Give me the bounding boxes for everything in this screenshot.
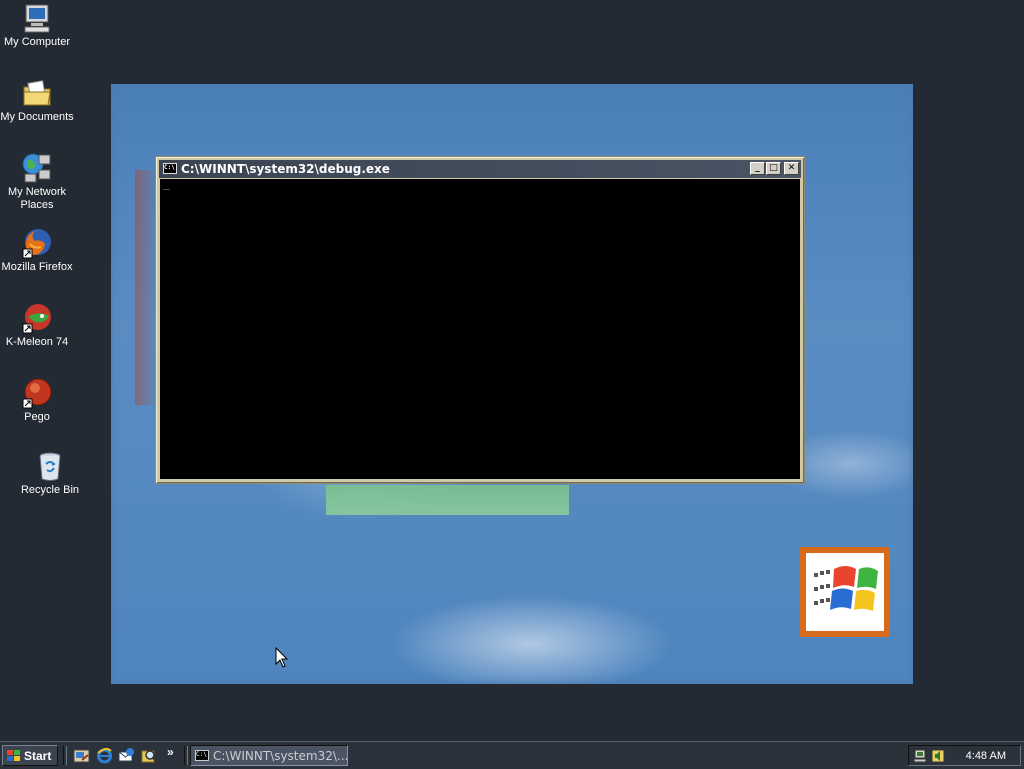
recycle-bin-icon [39, 452, 61, 481]
desktop-icon-label: My Network Places [7, 186, 67, 211]
computer-icon [24, 4, 50, 33]
mouse-pointer-icon [275, 647, 289, 668]
maximize-button[interactable]: □ [766, 162, 781, 175]
taskbar-separator [184, 746, 188, 765]
desktop-icon-label: Mozilla Firefox [1, 261, 73, 273]
search-icon[interactable] [141, 747, 158, 764]
window-titlebar[interactable]: C:\ C:\WINNT\system32\debug.exe _ □ ✕ [159, 160, 801, 178]
desktop-icon-label: My Documents [0, 111, 74, 123]
taskbar-item-debug-console[interactable]: C:\ C:\WINNT\system32\... [190, 745, 348, 766]
network-tray-icon[interactable] [914, 748, 930, 764]
window-title: C:\WINNT\system32\debug.exe [181, 162, 390, 176]
show-desktop-icon[interactable] [73, 747, 90, 764]
windows-flag-icon [814, 566, 878, 611]
volume-tray-icon[interactable] [931, 748, 945, 764]
console-icon: C:\ [163, 163, 177, 174]
desktop-icon-my-network-places[interactable]: My Network Places [0, 152, 74, 212]
desktop-icon-label: Recycle Bin [20, 484, 80, 496]
desktop-icon-my-documents[interactable]: My Documents [0, 77, 74, 124]
start-button[interactable]: Start [2, 745, 58, 766]
k-meleon-icon [22, 304, 51, 334]
network-places-icon [22, 153, 51, 183]
firefox-icon [22, 229, 51, 259]
desktop-icon-label: My Computer [3, 36, 71, 48]
internet-explorer-icon[interactable] [96, 747, 113, 764]
start-label: Start [24, 749, 52, 763]
wallpaper-green-bar [326, 485, 569, 515]
console-cursor: _ [163, 177, 170, 190]
taskbar-item-label: C:\WINNT\system32\... [213, 749, 348, 763]
pego-icon [22, 378, 52, 409]
console-screen[interactable]: _ [160, 177, 800, 479]
windows-logo [800, 547, 890, 637]
quick-launch-overflow-chevron[interactable]: » [167, 745, 174, 759]
wallpaper-highlight [135, 170, 157, 405]
system-tray: 4:48 AM [908, 745, 1021, 766]
desktop-icon-label: K-Meleon 74 [5, 336, 69, 348]
console-window[interactable]: C:\ C:\WINNT\system32\debug.exe _ □ ✕ _ [155, 156, 805, 484]
close-button[interactable]: ✕ [784, 162, 799, 175]
minimize-button[interactable]: _ [750, 162, 765, 175]
desktop-icon-label: Pego [24, 411, 50, 423]
desktop-icon-pego[interactable]: Pego [0, 377, 74, 424]
taskbar-clock[interactable]: 4:48 AM [966, 750, 1006, 762]
desktop-icon-mozilla-firefox[interactable]: Mozilla Firefox [0, 227, 74, 274]
folder-documents-icon [23, 80, 51, 106]
desktop-icon-recycle-bin[interactable]: Recycle Bin [13, 450, 87, 497]
taskbar-separator [63, 746, 67, 765]
desktop-icon-k-meleon[interactable]: K-Meleon 74 [0, 302, 74, 349]
taskbar: Start » C:\ C:\WINNT\system32\... 4:48 A… [0, 741, 1024, 769]
console-icon: C:\ [195, 750, 209, 761]
windows-start-icon [7, 750, 20, 761]
desktop-icon-my-computer[interactable]: My Computer [0, 2, 74, 49]
outlook-express-icon[interactable] [118, 747, 135, 764]
